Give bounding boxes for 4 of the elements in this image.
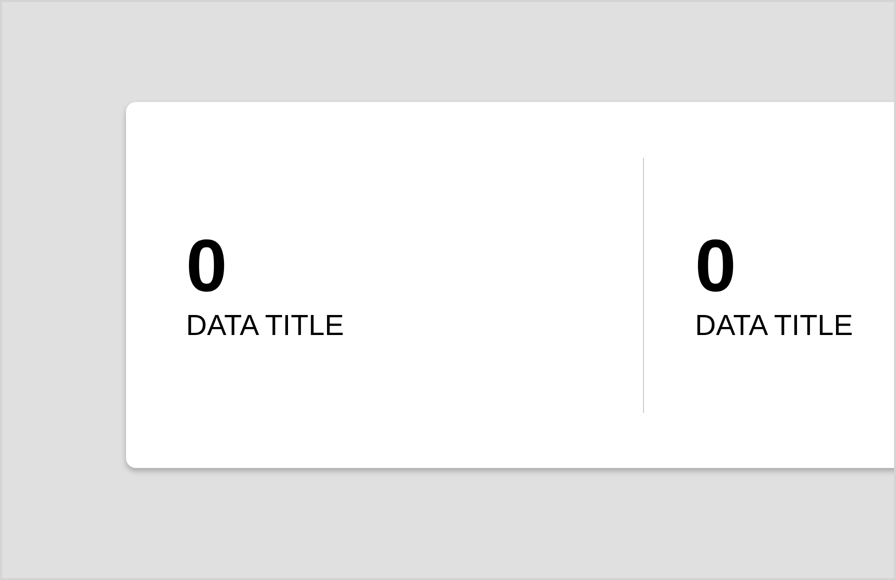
stat-value: 0 (695, 226, 738, 306)
stat-title: DATA TITLE (186, 309, 345, 344)
stat-title: DATA TITLE (695, 309, 853, 344)
stat-value: 0 (186, 226, 228, 306)
